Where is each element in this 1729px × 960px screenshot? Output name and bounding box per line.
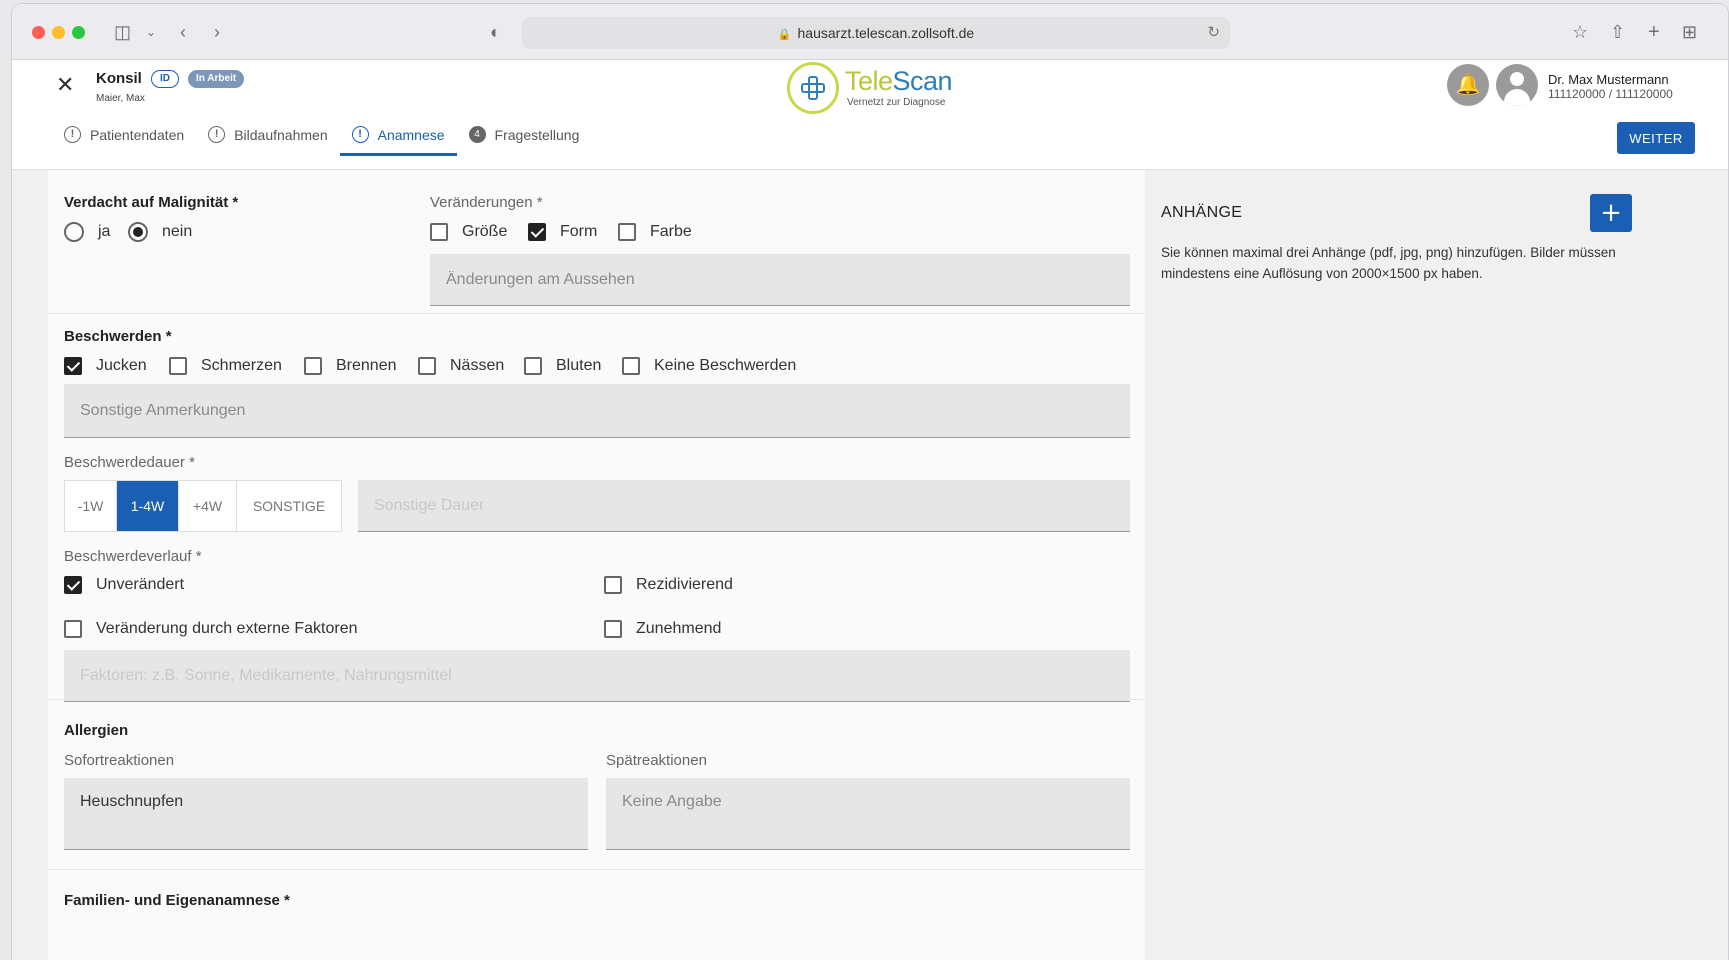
tab-overview-icon[interactable]: ⊞ <box>1682 22 1697 42</box>
user-avatar-icon[interactable] <box>1496 64 1538 106</box>
family-history-title: Familien- und Eigenanamnese * <box>64 892 290 909</box>
appearance-changes-input[interactable] <box>430 254 1130 306</box>
patient-name: Maier, Max <box>96 93 145 104</box>
attachments-info: Sie können maximal drei Anhänge (pdf, jp… <box>1161 245 1616 281</box>
delayed-reactions-label: Spätreaktionen <box>606 752 707 769</box>
complaint-weeping-checkbox[interactable]: Nässen <box>418 357 504 375</box>
tab-fragestellung[interactable]: 4 Fragestellung <box>457 116 592 156</box>
next-button[interactable]: WEITER <box>1617 122 1695 154</box>
add-attachment-button[interactable]: + <box>1590 194 1632 232</box>
notification-bell-icon[interactable]: 🔔 <box>1447 64 1489 106</box>
complaints-section: Beschwerden * Jucken Schmerzen Brennen N… <box>48 314 1145 702</box>
warning-circle-icon: ! <box>351 126 369 143</box>
user-ids: 111120000 / 111120000 <box>1548 87 1673 101</box>
duration-1-4w-button[interactable]: 1-4W <box>117 481 179 531</box>
complaint-bleeding-checkbox[interactable]: Bluten <box>524 357 601 375</box>
course-increasing-checkbox[interactable]: Zunehmend <box>604 620 721 638</box>
status-badge: In Arbeit <box>188 70 245 88</box>
logo-tagline: Vernetzt zur Diagnose <box>847 97 946 108</box>
immediate-reactions-label: Sofortreaktionen <box>64 752 175 769</box>
browser-window: ◫ ⌄ ‹ › ◐ 🔒 hausarzt.telescan.zollsoft.de… <box>12 4 1728 960</box>
complaint-pain-checkbox[interactable]: Schmerzen <box>169 357 282 375</box>
change-color-checkbox[interactable]: Farbe <box>618 223 692 241</box>
bookmark-star-icon[interactable]: ☆ <box>1572 22 1588 42</box>
other-remarks-input[interactable] <box>64 384 1130 438</box>
malignancy-ja-radio[interactable]: ja <box>64 222 110 242</box>
warning-circle-icon: ! <box>208 126 226 143</box>
warning-circle-icon: ! <box>64 126 81 143</box>
app-header: ✕ Konsil ID In Arbeit Maier, Max TeleSca… <box>12 60 1728 170</box>
content-area: Verdacht auf Malignität * ja nein Veränd… <box>12 170 1728 960</box>
step-number-icon: 4 <box>468 126 486 143</box>
url-text: hausarzt.telescan.zollsoft.de <box>797 25 975 41</box>
wizard-tabs: ! Patientendaten ! Bildaufnahmen ! Anamnese… <box>52 116 591 156</box>
change-form-checkbox[interactable]: Form <box>528 223 597 241</box>
chevron-down-icon[interactable]: ⌄ <box>146 22 156 42</box>
complaint-none-checkbox[interactable]: Keine Beschwerden <box>622 357 796 375</box>
minimize-window-button[interactable] <box>52 26 65 39</box>
duration-other-button[interactable]: SONSTIGE <box>237 481 341 531</box>
malignancy-title: Verdacht auf Malignität * <box>64 194 239 211</box>
telescan-logo: TeleScan Vernetzt zur Diagnose <box>787 60 977 116</box>
duration-gt4w-button[interactable]: +4W <box>179 481 237 531</box>
share-icon[interactable]: ⇧ <box>1610 22 1625 42</box>
allergies-title: Allergien <box>64 722 129 739</box>
address-bar[interactable]: 🔒 hausarzt.telescan.zollsoft.de ↻ <box>522 17 1230 49</box>
tab-anamnese[interactable]: ! Anamnese <box>339 116 457 156</box>
logo-wordmark: TeleScan <box>845 66 953 96</box>
complaints-title: Beschwerden * <box>64 328 172 345</box>
malignancy-section: Verdacht auf Malignität * ja nein Veränd… <box>48 170 1145 314</box>
close-icon[interactable]: ✕ <box>56 72 74 98</box>
duration-label: Beschwerdedauer * <box>64 454 195 471</box>
lock-icon: 🔒 <box>777 29 792 41</box>
tab-bildaufnahmen[interactable]: ! Bildaufnahmen <box>196 116 339 156</box>
logo-circle <box>787 62 839 114</box>
allergies-section: Allergien Sofortreaktionen Heuschnupfen … <box>48 700 1145 870</box>
course-recurring-checkbox[interactable]: Rezidivierend <box>604 576 733 594</box>
shield-icon[interactable]: ◐ <box>490 22 501 42</box>
user-name: Dr. Max Mustermann <box>1548 72 1669 87</box>
immediate-reactions-input[interactable]: Heuschnupfen <box>64 778 588 850</box>
changes-label: Veränderungen * <box>430 194 543 211</box>
change-size-checkbox[interactable]: Größe <box>430 223 507 241</box>
forward-arrow-icon[interactable]: › <box>214 22 220 42</box>
course-external-factors-checkbox[interactable]: Veränderung durch externe Faktoren <box>64 620 358 638</box>
tab-patientendaten[interactable]: ! Patientendaten <box>52 116 196 156</box>
reload-icon[interactable]: ↻ <box>1207 17 1220 49</box>
case-title: Konsil <box>96 70 142 87</box>
duration-lt1w-button[interactable]: -1W <box>65 481 117 531</box>
back-arrow-icon[interactable]: ‹ <box>180 22 186 42</box>
course-label: Beschwerdeverlauf * <box>64 548 202 565</box>
id-badge[interactable]: ID <box>151 70 179 88</box>
other-duration-input[interactable] <box>358 480 1130 532</box>
sidebar-toggle-icon[interactable]: ◫ <box>114 22 131 42</box>
maximize-window-button[interactable] <box>72 26 85 39</box>
attachments-panel: ANHÄNGE + Sie können maximal drei Anhäng… <box>1145 170 1696 960</box>
browser-toolbar: ◫ ⌄ ‹ › ◐ 🔒 hausarzt.telescan.zollsoft.de… <box>12 4 1728 60</box>
complaint-burning-checkbox[interactable]: Brennen <box>304 357 397 375</box>
family-history-section: Familien- und Eigenanamnese * <box>48 870 1145 960</box>
external-factors-input[interactable] <box>64 650 1130 702</box>
course-unchanged-checkbox[interactable]: Unverändert <box>64 576 184 594</box>
medical-cross-icon <box>801 76 825 100</box>
anamnese-form: Verdacht auf Malignität * ja nein Veränd… <box>48 170 1145 960</box>
new-tab-icon[interactable]: + <box>1648 22 1660 42</box>
attachments-title: ANHÄNGE <box>1161 204 1243 221</box>
malignancy-nein-radio[interactable]: nein <box>128 222 192 242</box>
duration-segmented-control: -1W 1-4W +4W SONSTIGE <box>64 480 342 532</box>
complaint-itching-checkbox[interactable]: Jucken <box>64 357 147 375</box>
close-window-button[interactable] <box>32 26 45 39</box>
delayed-reactions-input[interactable] <box>606 778 1130 850</box>
